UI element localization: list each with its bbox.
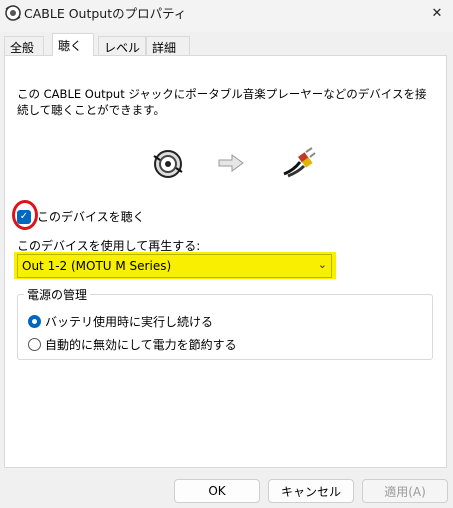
cancel-button[interactable]: キャンセル xyxy=(268,479,354,503)
power-management-title: 電源の管理 xyxy=(24,286,91,303)
listen-description: この CABLE Output ジャックにポータブル音楽プレーヤーなどのデバイス… xyxy=(17,87,427,117)
tab-levels[interactable]: レベル xyxy=(98,36,146,56)
device-jack-icon xyxy=(153,150,183,178)
tab-advanced[interactable]: 詳細 xyxy=(146,36,190,56)
title-bar: CABLE Outputのプロパティ ✕ xyxy=(0,0,453,32)
power-option-label: 自動的に無効にして電力を節約する xyxy=(45,338,237,352)
apply-button[interactable]: 適用(A) xyxy=(362,479,448,503)
power-option-keep-running[interactable]: バッテリ使用時に実行し続ける xyxy=(28,313,213,330)
speaker-device-icon xyxy=(5,5,21,21)
tab-listen[interactable]: 聴く xyxy=(52,33,94,56)
listen-checkbox-label: このデバイスを聴く xyxy=(37,210,145,224)
rca-cable-icon xyxy=(283,147,316,178)
ok-button[interactable]: OK xyxy=(174,479,260,503)
device-illustration xyxy=(150,146,350,186)
listen-checkbox-row[interactable]: ✓ このデバイスを聴く xyxy=(12,200,145,230)
close-icon: ✕ xyxy=(431,5,443,21)
playback-device-value: Out 1-2 (MOTU M Series) xyxy=(22,259,172,273)
chevron-down-icon: ⌄ xyxy=(317,258,327,271)
window-title: CABLE Outputのプロパティ xyxy=(24,6,187,21)
annotation-circle xyxy=(12,200,38,230)
power-management-group: 電源の管理 バッテリ使用時に実行し続ける 自動的に無効にして電力を節約する xyxy=(17,286,433,360)
playback-device-select[interactable]: Out 1-2 (MOTU M Series) ⌄ xyxy=(17,254,332,278)
listen-panel: この CABLE Output ジャックにポータブル音楽プレーヤーなどのデバイス… xyxy=(4,55,447,468)
close-button[interactable]: ✕ xyxy=(425,2,449,24)
arrow-right-icon xyxy=(218,154,244,172)
radio-button-selected[interactable] xyxy=(28,315,41,328)
power-option-auto-disable[interactable]: 自動的に無効にして電力を節約する xyxy=(28,336,237,353)
power-option-label: バッテリ使用時に実行し続ける xyxy=(45,315,214,329)
tab-general[interactable]: 全般 xyxy=(4,36,44,56)
radio-button[interactable] xyxy=(28,338,41,351)
